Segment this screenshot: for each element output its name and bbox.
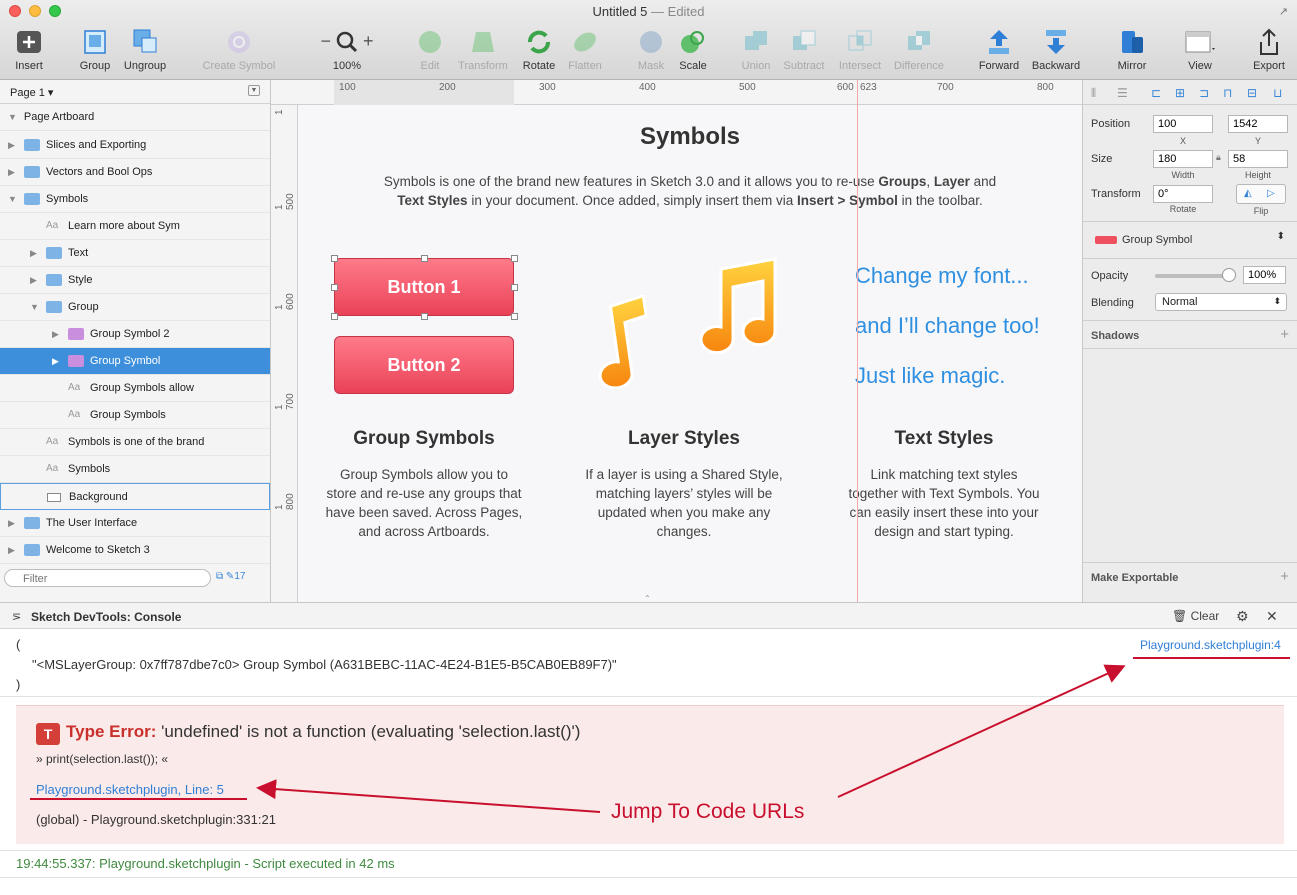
annotation-label: Jump To Code URLs xyxy=(611,800,805,823)
annotation-arrows xyxy=(256,664,1126,813)
